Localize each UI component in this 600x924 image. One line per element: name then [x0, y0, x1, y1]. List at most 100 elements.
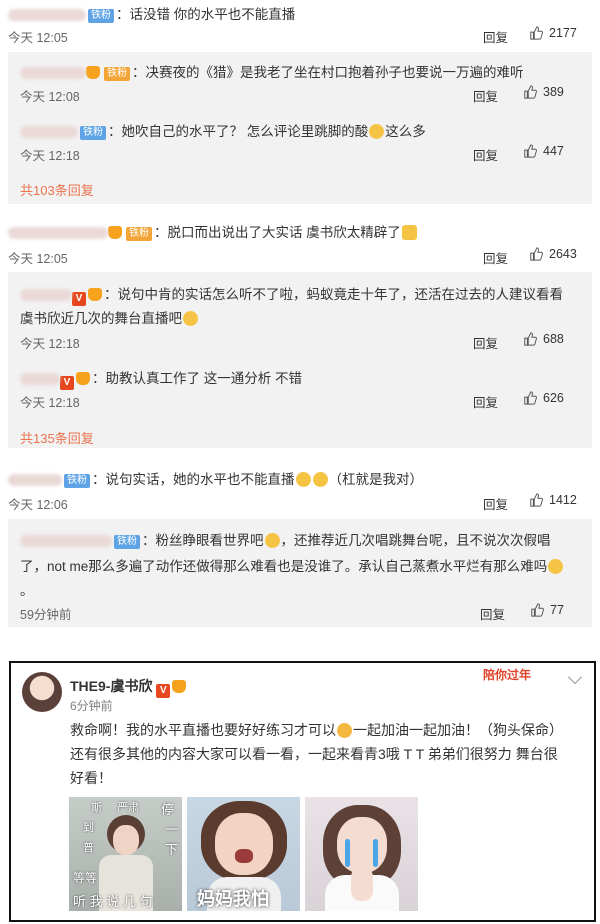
meme-text-7: 下	[165, 842, 179, 857]
meme-text-6: 普	[83, 842, 94, 854]
avatar[interactable]	[22, 672, 62, 712]
crown-icon	[88, 288, 102, 301]
reply-1-2-like-button[interactable]: 447	[523, 144, 564, 158]
thumbs-up-icon	[530, 247, 543, 261]
reply-2-2-like-count: 626	[543, 391, 564, 405]
username-blurred[interactable]: x	[20, 373, 60, 385]
crown-icon	[86, 66, 100, 79]
post-author-line: THE9-虞书欣 V	[70, 676, 188, 698]
meme-text-8: 等等	[73, 871, 98, 885]
reply-3-1-line-3: 。	[20, 583, 34, 598]
comment-2-more-replies-link[interactable]: 共135条回复	[20, 428, 94, 447]
reply-3-1-text-line2: 了，not me那么多遍了动作还做得那么难看也是没谁了。承认自己蒸煮水平烂有那么…	[20, 559, 548, 574]
reply-2-1-text-line2: 虞书欣近几次的舞台直播吧	[20, 311, 182, 326]
post-time: 6分钟前	[70, 699, 113, 713]
comment-2-reply-button[interactable]: 回复	[483, 248, 508, 267]
meme-text-4: 到	[83, 822, 94, 834]
fan-badge: 铁粉	[88, 9, 114, 23]
comment-3-text: ：说句实话，她的水平也不能直播	[92, 472, 295, 487]
post-text-line-1: 救命啊！我的水平直播也要好好练习才可以 一起加油一起加油！（狗头保命）	[70, 718, 563, 742]
comment-1-reply-button[interactable]: 回复	[483, 27, 508, 46]
username-blurred[interactable]: x	[20, 126, 78, 138]
reply-1-2-time: 今天 12:18	[20, 149, 80, 163]
thumbs-up-icon	[524, 332, 537, 346]
figure-mouth	[235, 849, 253, 863]
reply-2-2-reply-button[interactable]: 回复	[473, 392, 498, 411]
thumbs-up-icon	[530, 26, 543, 40]
comment-1-like-button[interactable]: 2177	[529, 26, 577, 40]
username-blurred[interactable]: x	[20, 535, 112, 547]
username-blurred[interactable]: x	[20, 67, 86, 79]
reply-3-1-like-count: 77	[550, 603, 564, 617]
laugh-cry-emoji-icon	[295, 472, 311, 487]
username-blurred[interactable]: x	[8, 474, 62, 486]
comment-2-text: ：脱口而出说出了大实话 虞书欣太精辟了	[154, 225, 401, 240]
emoji-icon	[183, 311, 198, 326]
comment-3-like-button[interactable]: 1412	[529, 493, 577, 507]
comment-2-like-count: 2643	[549, 247, 577, 261]
post-text-1a: 救命啊！我的水平直播也要好好练习才可以	[70, 722, 336, 738]
post-image-3[interactable]	[305, 797, 418, 911]
crown-icon	[108, 226, 122, 239]
reply-3-1-line-2: 了，not me那么多遍了动作还做得那么难看也是没谁了。承认自己蒸煮水平烂有那么…	[20, 555, 564, 575]
meme-text-caption: 妈妈我怕	[197, 889, 269, 909]
tear-icon	[345, 839, 350, 867]
comment-3-reply-button[interactable]: 回复	[483, 494, 508, 513]
comment-1-more-replies-link[interactable]: 共103条回复	[20, 180, 94, 199]
figure-face	[113, 825, 139, 855]
verified-icon: V	[60, 376, 74, 390]
fan-badge: 铁粉	[114, 535, 140, 549]
username-blurred[interactable]: x	[20, 289, 72, 301]
fan-badge: 铁粉	[64, 474, 90, 488]
emoji-icon	[548, 559, 564, 574]
thumbs-up-icon	[531, 603, 544, 617]
post-image-1[interactable]: 斯 严肃 停 到 一 普 下 等等 听 我 说 几 句	[69, 797, 182, 911]
reply-3-1-reply-button[interactable]: 回复	[480, 604, 505, 623]
comment-2-line: x 铁粉：脱口而出说出了大实话 虞书欣太精辟了	[8, 221, 418, 241]
thumbs-up-icon	[524, 391, 537, 405]
reply-2-2-like-button[interactable]: 626	[523, 391, 564, 405]
reply-1-2-text: ：她吹自己的水平了？ 怎么评论里跳脚的酸	[108, 124, 369, 139]
comment-3-line: x铁粉：说句实话，她的水平也不能直播 （杠就是我对）	[8, 468, 423, 488]
post-image-2[interactable]: 妈妈我怕	[187, 797, 300, 911]
reply-3-1-text: ：粉丝睁眼看世界吧	[142, 533, 264, 548]
praying-hands	[351, 867, 373, 901]
comment-1-line: x铁粉：话没错 你的水平也不能直播	[8, 3, 295, 23]
reply-2-1-like-button[interactable]: 688	[523, 332, 564, 346]
reply-2-2-text: ：助教认真工作了 这一通分析 不错	[92, 371, 303, 386]
thumbs-up-emoji-icon	[401, 225, 417, 240]
reply-1-2-reply-button[interactable]: 回复	[473, 145, 498, 164]
comment-2-time: 今天 12:05	[8, 252, 68, 266]
reply-1-1-like-count: 389	[543, 85, 564, 99]
comment-2-like-button[interactable]: 2643	[529, 247, 577, 261]
reply-3-1-line: x铁粉：粉丝睁眼看世界吧 ，还推荐近几次唱跳舞台呢，且不说次次假唱	[20, 529, 551, 549]
reply-2-2-line: xV ：助教认真工作了 这一通分析 不错	[20, 367, 302, 390]
reply-2-1-time: 今天 12:18	[20, 337, 80, 351]
username-blurred[interactable]: x	[8, 9, 86, 21]
reply-1-1-time: 今天 12:08	[20, 90, 80, 104]
fan-badge: 铁粉	[80, 126, 106, 140]
reply-1-2-text-end: 这么多	[385, 124, 426, 139]
crown-icon	[76, 372, 90, 385]
verified-icon: V	[156, 684, 171, 698]
reply-2-1-line: xV ：说句中肯的实话怎么听不了啦，蚂蚁竟走十年了，还活在过去的人建议看看	[20, 283, 563, 306]
post-text-line-2: 还有很多其他的内容大家可以看一看，一起来看青3哦 T T 弟弟们很努力 舞台很	[70, 746, 558, 762]
muscle-emoji-icon	[337, 723, 352, 738]
reply-2-2-time: 今天 12:18	[20, 396, 80, 410]
username-blurred[interactable]: x	[8, 227, 108, 239]
comment-1-like-count: 2177	[549, 26, 577, 40]
reply-1-1-like-button[interactable]: 389	[523, 85, 564, 99]
tear-icon	[373, 839, 378, 867]
thumbs-up-icon	[530, 493, 543, 507]
laugh-cry-emoji-icon	[312, 472, 328, 487]
reply-1-1-line: x 铁粉：决赛夜的《猎》是我老了坐在村口抱着孙子也要说一万遍的难听	[20, 61, 524, 81]
post-author-name[interactable]: THE9-虞书欣	[70, 678, 152, 694]
reply-3-1-time: 59分钟前	[20, 608, 72, 622]
reply-2-1-reply-button[interactable]: 回复	[473, 333, 498, 352]
post-corner-tag: 陪你过年	[483, 668, 532, 682]
reply-3-1-like-button[interactable]: 77	[530, 603, 564, 617]
reply-1-1-reply-button[interactable]: 回复	[473, 86, 498, 105]
post-text-1b: 一起加油一起加油！（狗头保命）	[353, 722, 563, 738]
reply-1-2-line: x铁粉：她吹自己的水平了？ 怎么评论里跳脚的酸 这么多	[20, 120, 426, 140]
emoji-icon	[369, 124, 385, 139]
